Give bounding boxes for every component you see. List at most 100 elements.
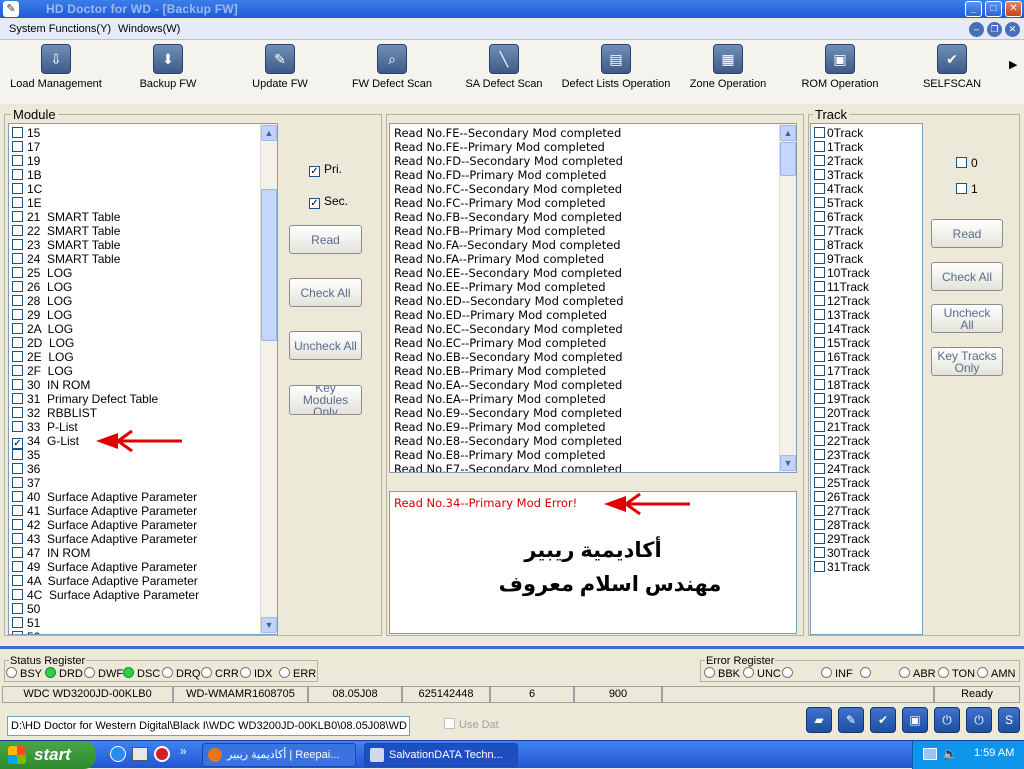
module-item[interactable]: 22 SMART Table — [12, 224, 120, 238]
unchecked-box-icon[interactable] — [12, 169, 23, 180]
unchecked-box-icon[interactable] — [12, 197, 23, 208]
tool-selfscan[interactable]: ✔ SELFSCAN — [906, 44, 998, 90]
unchecked-box-icon[interactable] — [814, 561, 825, 572]
track-item[interactable]: 8Track — [814, 238, 863, 252]
unchecked-box-icon[interactable] — [814, 169, 825, 180]
unchecked-box-icon[interactable] — [814, 141, 825, 152]
track-item[interactable]: 24Track — [814, 462, 870, 476]
module-item[interactable]: 26 LOG — [12, 280, 72, 294]
unchecked-box-icon[interactable] — [814, 547, 825, 558]
unchecked-box-icon[interactable] — [12, 155, 23, 166]
task-firefox[interactable]: أكاديمية ريبير | Reepai... — [202, 743, 356, 767]
track-item[interactable]: 6Track — [814, 210, 863, 224]
track-item[interactable]: 2Track — [814, 154, 863, 168]
module-item[interactable]: 36 — [12, 462, 40, 476]
unchecked-box-icon[interactable] — [12, 309, 23, 320]
unchecked-box-icon[interactable] — [12, 281, 23, 292]
track-item[interactable]: 20Track — [814, 406, 870, 420]
tool-sa-defect-scan[interactable]: ╲ SA Defect Scan — [458, 44, 550, 90]
unchecked-box-icon[interactable] — [814, 155, 825, 166]
unchecked-box-icon[interactable] — [814, 505, 825, 516]
unchecked-box-icon[interactable] — [814, 379, 825, 390]
track-item[interactable]: 19Track — [814, 392, 870, 406]
module-item[interactable]: 50 — [12, 602, 40, 616]
salvation-logo-icon[interactable]: S — [998, 707, 1020, 733]
sec-checkbox[interactable]: ✓ Sec. — [309, 194, 348, 209]
head-1-checkbox[interactable]: 1 — [956, 182, 978, 196]
module-item[interactable]: 49 Surface Adaptive Parameter — [12, 560, 197, 574]
opera-icon[interactable] — [154, 746, 170, 762]
unchecked-box-icon[interactable] — [814, 435, 825, 446]
tool-zone-operation[interactable]: ▦ Zone Operation — [682, 44, 774, 90]
save-disk-icon[interactable]: ▣ — [902, 707, 928, 733]
unchecked-box-icon[interactable] — [814, 295, 825, 306]
menu-windows[interactable]: Windows(W) — [118, 23, 180, 35]
scroll-thumb[interactable] — [261, 189, 277, 341]
unchecked-box-icon[interactable] — [12, 491, 23, 502]
log-scrollbar[interactable]: ▲ ▼ — [779, 124, 796, 472]
module-item[interactable]: 24 SMART Table — [12, 252, 120, 266]
unchecked-box-icon[interactable] — [814, 309, 825, 320]
tool-rom-operation[interactable]: ▣ ROM Operation — [794, 44, 886, 90]
module-item[interactable]: 30 IN ROM — [12, 378, 90, 392]
unchecked-box-icon[interactable] — [814, 477, 825, 488]
unchecked-box-icon[interactable] — [12, 631, 23, 634]
module-item[interactable]: 1E — [12, 196, 42, 210]
module-item[interactable]: 33 P-List — [12, 420, 78, 434]
track-item[interactable]: 25Track — [814, 476, 870, 490]
path-field[interactable]: D:\HD Doctor for Western Digital\Black I… — [7, 716, 410, 736]
module-list[interactable]: 15 17 19 1B 1C 1E 21 SMART Table 22 SMART Table… — [8, 123, 278, 635]
module-item[interactable]: 29 LOG — [12, 308, 72, 322]
confirm-check-icon[interactable]: ✔ — [870, 707, 896, 733]
module-item[interactable]: 19 — [12, 154, 40, 168]
track-item[interactable]: 23Track — [814, 448, 870, 462]
module-read-button[interactable]: Read — [289, 225, 362, 254]
module-item[interactable]: 51 — [12, 616, 40, 630]
desktop-icon[interactable] — [132, 747, 148, 761]
module-item[interactable]: 2F LOG — [12, 364, 73, 378]
unchecked-box-icon[interactable] — [814, 281, 825, 292]
unchecked-box-icon[interactable] — [12, 533, 23, 544]
mdi-restore-icon[interactable]: ❐ — [987, 22, 1002, 37]
module-item[interactable]: 37 — [12, 476, 40, 490]
track-item[interactable]: 18Track — [814, 378, 870, 392]
track-item[interactable]: 11Track — [814, 280, 869, 294]
unchecked-box-icon[interactable] — [12, 365, 23, 376]
track-item[interactable]: 27Track — [814, 504, 870, 518]
unchecked-box-icon[interactable] — [12, 421, 23, 432]
track-item[interactable]: 16Track — [814, 350, 870, 364]
unchecked-box-icon[interactable] — [12, 379, 23, 390]
module-item[interactable]: 35 — [12, 448, 40, 462]
use-dat-checkbox[interactable]: Use Dat — [444, 718, 499, 731]
unchecked-box-icon[interactable] — [12, 127, 23, 138]
track-item[interactable]: 21Track — [814, 420, 870, 434]
unchecked-box-icon[interactable] — [814, 253, 825, 264]
unchecked-box-icon[interactable] — [814, 239, 825, 250]
maximize-button[interactable]: □ — [985, 1, 1002, 17]
unchecked-box-icon[interactable] — [12, 575, 23, 586]
module-check-all-button[interactable]: Check All — [289, 278, 362, 307]
track-item[interactable]: 30Track — [814, 546, 870, 560]
unchecked-box-icon[interactable] — [814, 267, 825, 278]
module-uncheck-all-button[interactable]: Uncheck All — [289, 331, 362, 360]
unchecked-box-icon[interactable] — [12, 617, 23, 628]
unchecked-box-icon[interactable] — [12, 211, 23, 222]
power-off-icon[interactable]: ⏻ — [966, 707, 992, 733]
scroll-thumb[interactable] — [780, 142, 796, 176]
module-item[interactable]: 1C — [12, 182, 42, 196]
track-item[interactable]: 7Track — [814, 224, 863, 238]
module-item[interactable]: 41 Surface Adaptive Parameter — [12, 504, 197, 518]
unchecked-box-icon[interactable] — [814, 225, 825, 236]
unchecked-box-icon[interactable] — [12, 351, 23, 362]
unchecked-box-icon[interactable] — [814, 337, 825, 348]
module-item[interactable]: 17 — [12, 140, 40, 154]
track-item[interactable]: 15Track — [814, 336, 870, 350]
module-item[interactable]: 23 SMART Table — [12, 238, 120, 252]
module-item[interactable]: 4C Surface Adaptive Parameter — [12, 588, 199, 602]
module-item[interactable]: 25 LOG — [12, 266, 72, 280]
unchecked-box-icon[interactable] — [12, 561, 23, 572]
module-item[interactable]: 52 — [12, 630, 40, 634]
ie-icon[interactable] — [110, 746, 126, 762]
track-item[interactable]: 3Track — [814, 168, 863, 182]
track-item[interactable]: 31Track — [814, 560, 870, 574]
